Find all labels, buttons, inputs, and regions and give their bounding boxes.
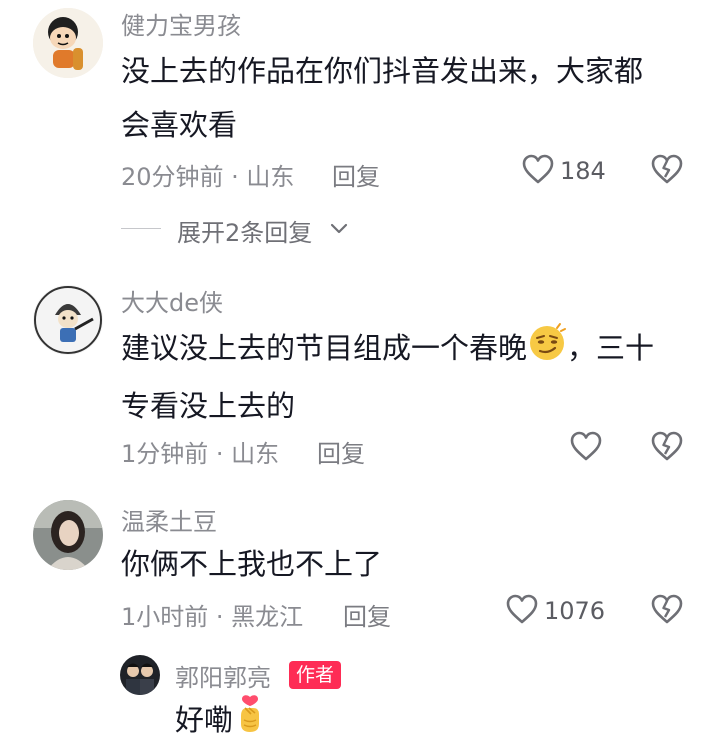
comment-text-line: 专看没上去的: [121, 388, 296, 423]
smirk-emoji: [527, 322, 567, 379]
comment-text: 你俩不上我也不上了: [121, 547, 383, 581]
broken-heart-icon[interactable]: [650, 430, 684, 462]
like-count: 184: [560, 157, 606, 185]
comment-text: 建议没上去的节目组成一个春晚 ，三十 专看没上去的: [121, 321, 701, 433]
comment-time-location: 1小时前 · 黑龙江: [121, 603, 304, 631]
broken-heart-icon[interactable]: [650, 593, 684, 625]
reply-text-content: 好嘞: [175, 703, 234, 737]
expand-replies-label: 展开2条回复: [177, 219, 313, 247]
comment-username[interactable]: 健力宝男孩: [121, 6, 241, 41]
comment-text-line: 建议没上去的节目组成一个春晚 ，三十: [121, 321, 701, 379]
reply-username[interactable]: 郭阳郭亮: [175, 658, 271, 693]
comment-time-location: 1分钟前 · 山东: [121, 440, 280, 468]
heart-outline-icon[interactable]: [505, 593, 539, 625]
finger-heart-emoji: [233, 694, 267, 751]
reply-button[interactable]: 回复: [343, 597, 391, 632]
reply-text: 好嘞: [175, 693, 267, 751]
reply-button[interactable]: 回复: [317, 434, 365, 469]
comment-text-part: 建议没上去的节目组成一个春晚: [121, 331, 528, 365]
like-count: 1076: [544, 597, 606, 625]
comment-username[interactable]: 温柔土豆: [121, 502, 217, 537]
avatar-author[interactable]: [120, 655, 160, 695]
divider-line: [121, 228, 161, 229]
chevron-down-icon: [329, 218, 349, 238]
comment-time-location: 20分钟前 · 山东: [121, 163, 295, 191]
comment-username[interactable]: 大大de侠: [121, 283, 223, 318]
heart-outline-icon[interactable]: [521, 153, 555, 185]
comment-text-part: ，三十: [567, 331, 655, 365]
heart-outline-icon[interactable]: [569, 430, 603, 462]
comment-text-line: 会喜欢看: [121, 108, 238, 142]
reply-button[interactable]: 回复: [332, 157, 380, 192]
avatar-jianlibao[interactable]: [33, 8, 103, 78]
avatar-dadadexia[interactable]: [33, 285, 103, 355]
avatar-wenroutudou[interactable]: [33, 500, 103, 570]
comment-text-line: 没上去的作品在你们抖音发出来，大家都: [121, 54, 644, 88]
broken-heart-icon[interactable]: [650, 153, 684, 185]
author-badge: 作者: [289, 661, 342, 689]
comment-text: 没上去的作品在你们抖音发出来，大家都 会喜欢看: [121, 44, 701, 152]
